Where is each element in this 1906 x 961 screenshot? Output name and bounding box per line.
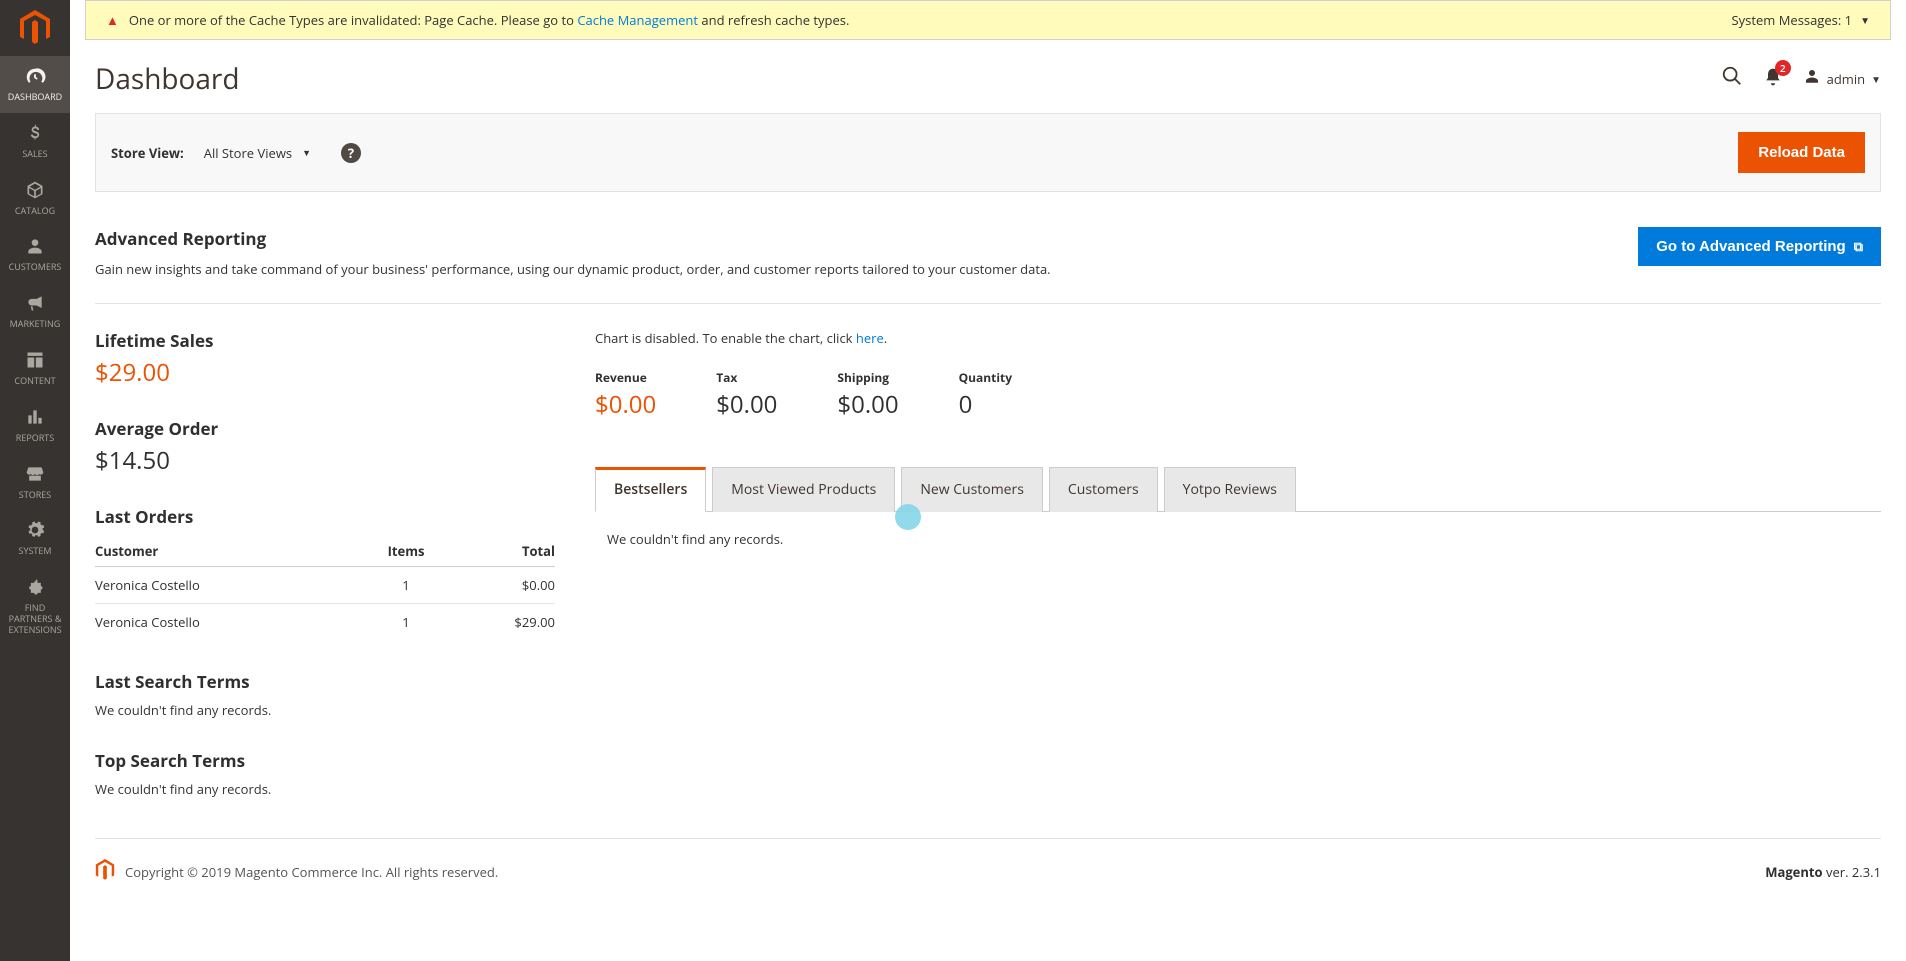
store-view-select[interactable]: All Store Views ▼ bbox=[204, 144, 311, 162]
sidebar-label: REPORTS bbox=[16, 433, 54, 444]
magento-logo[interactable] bbox=[0, 0, 70, 56]
sidebar-item-catalog[interactable]: CATALOG bbox=[0, 170, 70, 227]
totals-row: Revenue $0.00 Tax $0.00 Shipping $0.00 Q… bbox=[595, 369, 1881, 421]
advanced-reporting-desc: Gain new insights and take command of yo… bbox=[95, 260, 1638, 278]
total-shipping: Shipping $0.00 bbox=[837, 369, 898, 421]
admin-username: admin bbox=[1827, 70, 1865, 88]
search-icon bbox=[1721, 65, 1743, 87]
page-header: Dashboard 2 admin ▼ bbox=[70, 40, 1906, 113]
total-quantity: Quantity 0 bbox=[959, 369, 1012, 421]
total-revenue: Revenue $0.00 bbox=[595, 369, 656, 421]
tab-content: We couldn't find any records. bbox=[595, 512, 1881, 566]
tab-customers[interactable]: Customers bbox=[1049, 467, 1158, 512]
last-orders-table: Customer Items Total Veronica Costello 1… bbox=[95, 536, 555, 640]
admin-sidebar: DASHBOARD SALES CATALOG CUSTOMERS MARKET… bbox=[0, 0, 70, 961]
layout-icon bbox=[25, 350, 45, 372]
col-total: Total bbox=[453, 536, 555, 567]
chevron-down-icon: ▼ bbox=[1871, 72, 1881, 86]
chart-disabled-message: Chart is disabled. To enable the chart, … bbox=[595, 329, 1881, 347]
sidebar-label: SALES bbox=[22, 149, 47, 160]
tab-bestsellers[interactable]: Bestsellers bbox=[595, 467, 706, 512]
system-message-text: One or more of the Cache Types are inval… bbox=[129, 11, 850, 29]
advanced-reporting-section: Advanced Reporting Gain new insights and… bbox=[95, 227, 1881, 304]
top-search-empty: We couldn't find any records. bbox=[95, 780, 555, 798]
sidebar-item-content[interactable]: CONTENT bbox=[0, 340, 70, 397]
lifetime-sales-value: $29.00 bbox=[95, 356, 555, 389]
tab-yotpo-reviews[interactable]: Yotpo Reviews bbox=[1164, 467, 1296, 512]
notification-badge: 2 bbox=[1775, 60, 1791, 76]
footer-logo-icon bbox=[95, 859, 115, 885]
reload-data-button[interactable]: Reload Data bbox=[1738, 132, 1865, 173]
gear-icon bbox=[25, 520, 45, 542]
sidebar-item-customers[interactable]: CUSTOMERS bbox=[0, 226, 70, 283]
table-row[interactable]: Veronica Costello 1 $29.00 bbox=[95, 604, 555, 641]
person-icon bbox=[25, 236, 45, 258]
dollar-icon bbox=[25, 123, 45, 145]
col-items: Items bbox=[360, 536, 453, 567]
last-search-empty: We couldn't find any records. bbox=[95, 701, 555, 719]
store-view-row: Store View: All Store Views ▼ ? Reload D… bbox=[95, 113, 1881, 192]
advanced-reporting-title: Advanced Reporting bbox=[95, 227, 1638, 250]
page-footer: Copyright © 2019 Magento Commerce Inc. A… bbox=[95, 838, 1881, 905]
col-customer: Customer bbox=[95, 536, 360, 567]
go-to-advanced-reporting-button[interactable]: Go to Advanced Reporting ⧉ bbox=[1638, 227, 1881, 266]
table-row[interactable]: Veronica Costello 1 $0.00 bbox=[95, 567, 555, 604]
sidebar-label: DASHBOARD bbox=[8, 92, 62, 103]
warning-icon: ▲ bbox=[106, 11, 119, 29]
search-button[interactable] bbox=[1721, 65, 1743, 93]
sidebar-label: MARKETING bbox=[10, 319, 61, 330]
average-order-block: Average Order $14.50 bbox=[95, 417, 555, 477]
top-search-title: Top Search Terms bbox=[95, 749, 555, 772]
lifetime-sales-block: Lifetime Sales $29.00 bbox=[95, 329, 555, 389]
cache-management-link[interactable]: Cache Management bbox=[577, 11, 698, 29]
sidebar-label: CONTENT bbox=[14, 376, 55, 387]
megaphone-icon bbox=[25, 293, 45, 315]
sidebar-item-reports[interactable]: REPORTS bbox=[0, 397, 70, 454]
sidebar-label: SYSTEM bbox=[19, 546, 52, 557]
system-messages-count[interactable]: System Messages: 1 ▼ bbox=[1732, 11, 1870, 29]
sidebar-item-system[interactable]: SYSTEM bbox=[0, 510, 70, 567]
sidebar-item-partners[interactable]: FIND PARTNERS & EXTENSIONS bbox=[0, 567, 70, 645]
lifetime-sales-label: Lifetime Sales bbox=[95, 329, 555, 352]
user-icon bbox=[1803, 67, 1821, 91]
sidebar-item-dashboard[interactable]: DASHBOARD bbox=[0, 56, 70, 113]
chevron-down-icon: ▼ bbox=[1860, 13, 1870, 27]
sidebar-item-marketing[interactable]: MARKETING bbox=[0, 283, 70, 340]
enable-chart-link[interactable]: here bbox=[856, 329, 884, 347]
help-icon[interactable]: ? bbox=[341, 143, 361, 163]
last-search-title: Last Search Terms bbox=[95, 670, 555, 693]
puzzle-icon bbox=[25, 577, 45, 599]
admin-user-menu[interactable]: admin ▼ bbox=[1803, 67, 1881, 91]
sidebar-label: CUSTOMERS bbox=[9, 262, 62, 273]
bars-icon bbox=[25, 407, 45, 429]
tab-most-viewed[interactable]: Most Viewed Products bbox=[712, 467, 895, 512]
sidebar-item-sales[interactable]: SALES bbox=[0, 113, 70, 170]
footer-copyright: Copyright © 2019 Magento Commerce Inc. A… bbox=[125, 863, 498, 881]
sidebar-label: FIND PARTNERS & EXTENSIONS bbox=[4, 603, 66, 635]
last-orders-title: Last Orders bbox=[95, 505, 555, 528]
average-order-label: Average Order bbox=[95, 417, 555, 440]
page-title: Dashboard bbox=[95, 60, 240, 98]
tab-empty-message: We couldn't find any records. bbox=[607, 530, 783, 548]
chevron-down-icon: ▼ bbox=[302, 146, 311, 159]
tab-new-customers[interactable]: New Customers bbox=[901, 467, 1043, 512]
store-view-label: Store View: bbox=[111, 144, 184, 162]
system-messages-bar: ▲ One or more of the Cache Types are inv… bbox=[85, 0, 1891, 40]
footer-version: Magento ver. 2.3.1 bbox=[1765, 863, 1881, 881]
sidebar-item-stores[interactable]: STORES bbox=[0, 454, 70, 511]
dashboard-icon bbox=[24, 66, 46, 88]
sidebar-label: STORES bbox=[19, 490, 51, 501]
storefront-icon bbox=[25, 464, 45, 486]
sidebar-label: CATALOG bbox=[15, 206, 55, 217]
total-tax: Tax $0.00 bbox=[716, 369, 777, 421]
average-order-value: $14.50 bbox=[95, 444, 555, 477]
external-link-icon: ⧉ bbox=[1854, 239, 1863, 255]
cube-icon bbox=[25, 180, 45, 202]
dashboard-tabs: Bestsellers Most Viewed Products New Cus… bbox=[595, 466, 1881, 512]
notifications-button[interactable]: 2 bbox=[1763, 66, 1783, 93]
